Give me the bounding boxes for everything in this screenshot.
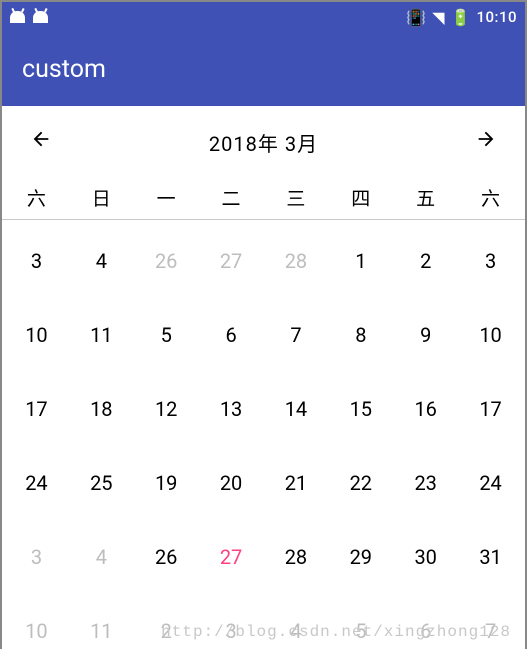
android-icon [33,11,48,23]
weekday-label: 日 [69,184,134,211]
calendar-grid: 3426272812310115678910171812131415161724… [2,220,525,672]
calendar-day[interactable]: 8 [328,298,393,372]
calendar-day[interactable]: 28 [264,224,329,298]
calendar-day[interactable]: 17 [4,372,69,446]
calendar-day[interactable]: 19 [134,446,199,520]
calendar-day[interactable]: 4 [264,594,329,668]
calendar-day[interactable]: 20 [199,446,264,520]
calendar-day[interactable]: 21 [264,446,329,520]
calendar-day[interactable]: 30 [393,520,458,594]
no-sim-icon: ◥ [432,8,444,27]
calendar-day[interactable]: 4 [69,224,134,298]
calendar-day[interactable]: 4 [69,520,134,594]
weekday-label: 四 [328,184,393,211]
weekday-label: 三 [264,184,329,211]
calendar-day[interactable]: 31 [458,520,523,594]
calendar-day[interactable]: 1 [328,224,393,298]
calendar-day[interactable]: 6 [393,594,458,668]
calendar-day[interactable]: 27 [199,520,264,594]
weekday-label: 六 [4,184,69,211]
calendar-day[interactable]: 22 [328,446,393,520]
calendar-day[interactable]: 12 [134,372,199,446]
calendar-day[interactable]: 7 [458,594,523,668]
calendar-day[interactable]: 9 [393,298,458,372]
weekday-label: 六 [458,184,523,211]
weekday-label: 二 [199,184,264,211]
calendar-day[interactable]: 24 [4,446,69,520]
calendar-day[interactable]: 23 [393,446,458,520]
calendar-day[interactable]: 18 [69,372,134,446]
status-left [10,11,48,23]
android-icon [10,11,25,23]
calendar-day[interactable]: 3 [458,224,523,298]
month-label: 2018年 3月 [209,128,318,157]
status-right: 📳 ◥ 🔋 10:10 [406,8,517,27]
calendar: 2018年 3月 六日一二三四五六 3426272812310115678910… [2,106,525,672]
calendar-day[interactable]: 10 [458,298,523,372]
calendar-day[interactable]: 5 [328,594,393,668]
calendar-day[interactable]: 3 [199,594,264,668]
arrow-right-icon [475,128,497,150]
calendar-day[interactable]: 7 [264,298,329,372]
calendar-day[interactable]: 27 [199,224,264,298]
calendar-day[interactable]: 2 [134,594,199,668]
calendar-day[interactable]: 29 [328,520,393,594]
calendar-day[interactable]: 11 [69,594,134,668]
calendar-day[interactable]: 24 [458,446,523,520]
calendar-day[interactable]: 26 [134,520,199,594]
app-bar: custom [2,32,525,106]
calendar-day[interactable]: 14 [264,372,329,446]
weekday-label: 五 [393,184,458,211]
calendar-day[interactable]: 16 [393,372,458,446]
calendar-day[interactable]: 2 [393,224,458,298]
calendar-day[interactable]: 25 [69,446,134,520]
month-navigation: 2018年 3月 [2,106,525,172]
status-time: 10:10 [476,8,517,26]
prev-month-button[interactable] [24,124,58,160]
calendar-day[interactable]: 10 [4,594,69,668]
vibrate-icon: 📳 [406,8,426,27]
app-title: custom [22,55,106,84]
weekday-header: 六日一二三四五六 [2,172,525,220]
calendar-day[interactable]: 26 [134,224,199,298]
calendar-day[interactable]: 5 [134,298,199,372]
calendar-day[interactable]: 3 [4,520,69,594]
calendar-day[interactable]: 15 [328,372,393,446]
arrow-left-icon [30,128,52,150]
calendar-day[interactable]: 6 [199,298,264,372]
status-bar: 📳 ◥ 🔋 10:10 [2,2,525,32]
calendar-day[interactable]: 11 [69,298,134,372]
calendar-day[interactable]: 10 [4,298,69,372]
battery-charging-icon: 🔋 [451,8,471,27]
calendar-day[interactable]: 17 [458,372,523,446]
calendar-day[interactable]: 28 [264,520,329,594]
next-month-button[interactable] [469,124,503,160]
calendar-day[interactable]: 3 [4,224,69,298]
calendar-day[interactable]: 13 [199,372,264,446]
weekday-label: 一 [134,184,199,211]
